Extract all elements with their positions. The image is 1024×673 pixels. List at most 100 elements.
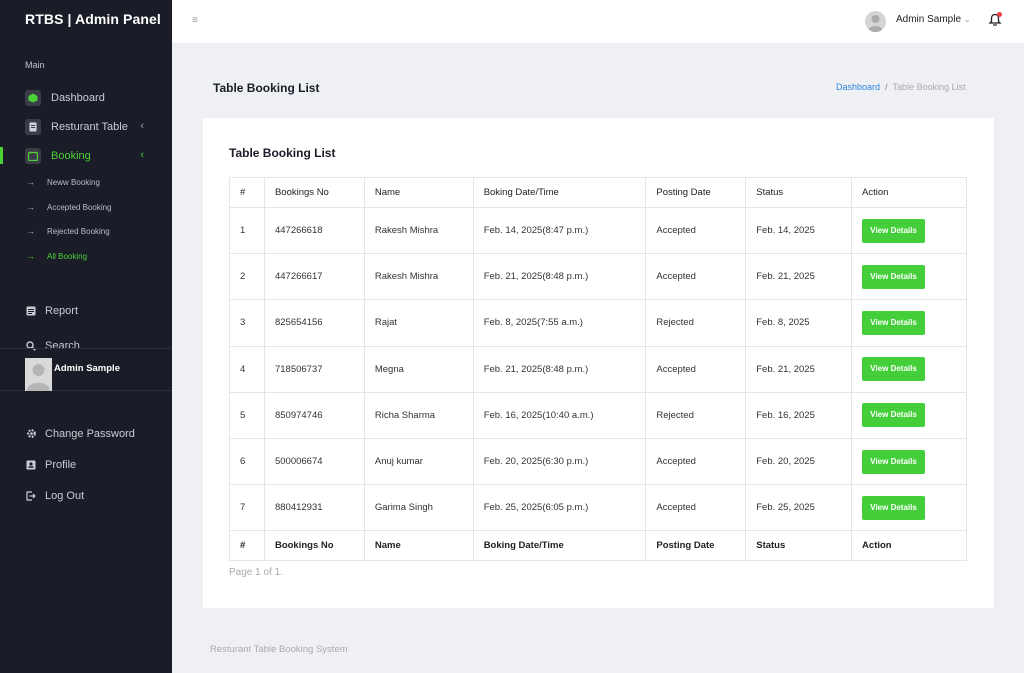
- cell-number: 1: [229, 206, 265, 255]
- arrow-right-icon: →: [27, 202, 35, 212]
- cell-number: 7: [229, 484, 265, 532]
- sidebar-item-label: Booking: [51, 149, 91, 162]
- sidebar-item-booking[interactable]: Booking ‹: [0, 141, 172, 170]
- cell-posting-date: Rejected: [645, 391, 747, 439]
- sidebar-bottom-menu: Change Password Profile Log Out: [0, 418, 172, 511]
- cell-booking-datetime: Feb. 14, 2025(8:47 p.m.): [472, 206, 647, 255]
- cell-posting-date: Accepted: [645, 437, 747, 486]
- cell-number: 6: [229, 437, 265, 486]
- report-icon: [25, 305, 37, 317]
- pagination-text: Page 1 of 1.: [229, 567, 283, 578]
- table-row: 7 880412931 Garima Singh Feb. 25, 2025(6…: [229, 484, 967, 532]
- cell-posting-date: Rejected: [645, 299, 747, 347]
- column-header-bookings-no: Bookings No: [263, 177, 365, 208]
- caret-down-icon[interactable]: ⌄: [964, 15, 971, 24]
- sidebar-subitem-label: Accepted Booking: [47, 202, 112, 212]
- sidebar-item-label: Log Out: [45, 489, 85, 502]
- gear-icon: [25, 428, 37, 440]
- cell-booking-datetime: Feb. 16, 2025(10:40 a.m.): [472, 391, 647, 439]
- table-row: 3 825654156 Rajat Feb. 8, 2025(7:55 a.m.…: [229, 299, 967, 347]
- cell-status: Feb. 14, 2025: [745, 206, 853, 255]
- sidebar-subitem-accepted-booking[interactable]: → Accepted Booking: [0, 195, 172, 220]
- table-row: 6 500006674 Anuj kumar Feb. 20, 2025(6:3…: [229, 437, 967, 486]
- column-footer-action: Action: [851, 530, 967, 562]
- menu-icon[interactable]: ≡: [192, 15, 198, 26]
- footer-text: Resturant Table Booking System: [210, 644, 348, 655]
- table-icon: [25, 118, 41, 135]
- view-details-button[interactable]: View Details: [862, 449, 926, 474]
- cell-action: View Details: [851, 253, 967, 301]
- sidebar-subitem-label: Rejected Booking: [47, 227, 110, 237]
- view-details-button[interactable]: View Details: [862, 264, 926, 289]
- column-header-number: #: [229, 177, 265, 208]
- column-footer-posting-date: Posting Date: [645, 530, 747, 562]
- sidebar-item-logout[interactable]: Log Out: [0, 480, 172, 511]
- cell-booking-datetime: Feb. 20, 2025(6:30 p.m.): [472, 437, 647, 486]
- avatar: [25, 358, 52, 391]
- cell-name: Rajat: [363, 299, 474, 347]
- breadcrumb-separator: /: [885, 82, 888, 92]
- table-row: 1 447266618 Rakesh Mishra Feb. 14, 2025(…: [229, 206, 967, 255]
- cell-booking-datetime: Feb. 25, 2025(6:05 p.m.): [472, 484, 647, 532]
- cell-posting-date: Accepted: [645, 206, 747, 255]
- sidebar-subitem-label: Neww Booking: [47, 177, 100, 187]
- cell-action: View Details: [851, 345, 967, 393]
- cell-status: Feb. 21, 2025: [745, 253, 853, 301]
- cell-name: Anuj kumar: [363, 437, 474, 486]
- sidebar-item-resturant-table[interactable]: Resturant Table ‹: [0, 112, 172, 141]
- view-details-button[interactable]: View Details: [862, 310, 926, 335]
- cell-status: Feb. 8, 2025: [745, 299, 853, 347]
- breadcrumb-current: Table Booking List: [892, 82, 966, 92]
- view-details-button[interactable]: View Details: [862, 357, 926, 382]
- sidebar-subitem-label: All Booking: [47, 251, 88, 261]
- column-header-action: Action: [851, 177, 967, 208]
- cell-number: 4: [229, 345, 265, 393]
- column-header-name: Name: [363, 177, 474, 208]
- cell-status: Feb. 25, 2025: [745, 484, 853, 532]
- sidebar-item-report[interactable]: Report: [0, 294, 172, 329]
- column-footer-name: Name: [363, 530, 474, 562]
- column-header-posting-date: Posting Date: [645, 177, 747, 208]
- chevron-left-icon: ‹: [140, 120, 144, 132]
- arrow-right-icon: →: [27, 251, 35, 261]
- sidebar-item-label: Resturant Table: [51, 120, 128, 133]
- cell-number: 5: [229, 391, 265, 439]
- sidebar-item-label: Change Password: [45, 427, 135, 440]
- sidebar-subitem-all-booking[interactable]: → All Booking: [0, 244, 172, 269]
- sidebar-item-change-password[interactable]: Change Password: [0, 418, 172, 449]
- booking-icon: [25, 147, 41, 164]
- view-details-button[interactable]: View Details: [862, 218, 926, 243]
- cell-number: 3: [229, 299, 265, 347]
- view-details-button[interactable]: View Details: [862, 495, 926, 520]
- breadcrumb-home-link[interactable]: Dashboard: [836, 82, 880, 92]
- cell-booking-no: 825654156: [263, 299, 365, 347]
- sidebar-subitem-new-booking[interactable]: → Neww Booking: [0, 170, 172, 195]
- table-header-row: # Bookings No Name Boking Date/Time Post…: [229, 177, 967, 208]
- table-row: 4 718506737 Megna Feb. 21, 2025(8:48 p.m…: [229, 345, 967, 393]
- cell-action: View Details: [851, 299, 967, 347]
- cell-status: Feb. 20, 2025: [745, 437, 853, 486]
- page-title: Table Booking List: [213, 81, 320, 95]
- cell-name: Richa Sharma: [363, 391, 474, 439]
- cell-name: Rakesh Mishra: [363, 206, 474, 255]
- section-label-main: Main: [25, 60, 45, 70]
- cell-action: View Details: [851, 484, 967, 532]
- arrow-right-icon: →: [27, 177, 35, 187]
- sidebar-subitem-rejected-booking[interactable]: → Rejected Booking: [0, 219, 172, 244]
- logout-icon: [25, 490, 37, 502]
- dashboard-icon: [25, 89, 41, 106]
- view-details-button[interactable]: View Details: [862, 403, 926, 428]
- sidebar-item-profile[interactable]: Profile: [0, 449, 172, 480]
- column-footer-booking-datetime: Boking Date/Time: [472, 530, 647, 562]
- sidebar: RTBS | Admin Panel Main Dashboard Restur…: [0, 0, 172, 673]
- brand-title: RTBS | Admin Panel: [25, 11, 161, 27]
- topbar-user-name[interactable]: Admin Sample: [896, 14, 961, 25]
- sidebar-item-dashboard[interactable]: Dashboard: [0, 83, 172, 112]
- cell-booking-no: 447266617: [263, 253, 365, 301]
- cell-booking-no: 447266618: [263, 206, 365, 255]
- cell-status: Feb. 16, 2025: [745, 391, 853, 439]
- cell-booking-datetime: Feb. 21, 2025(8:48 p.m.): [472, 345, 647, 393]
- cell-name: Garima Singh: [363, 484, 474, 532]
- avatar[interactable]: [865, 11, 886, 32]
- card-title: Table Booking List: [229, 146, 336, 160]
